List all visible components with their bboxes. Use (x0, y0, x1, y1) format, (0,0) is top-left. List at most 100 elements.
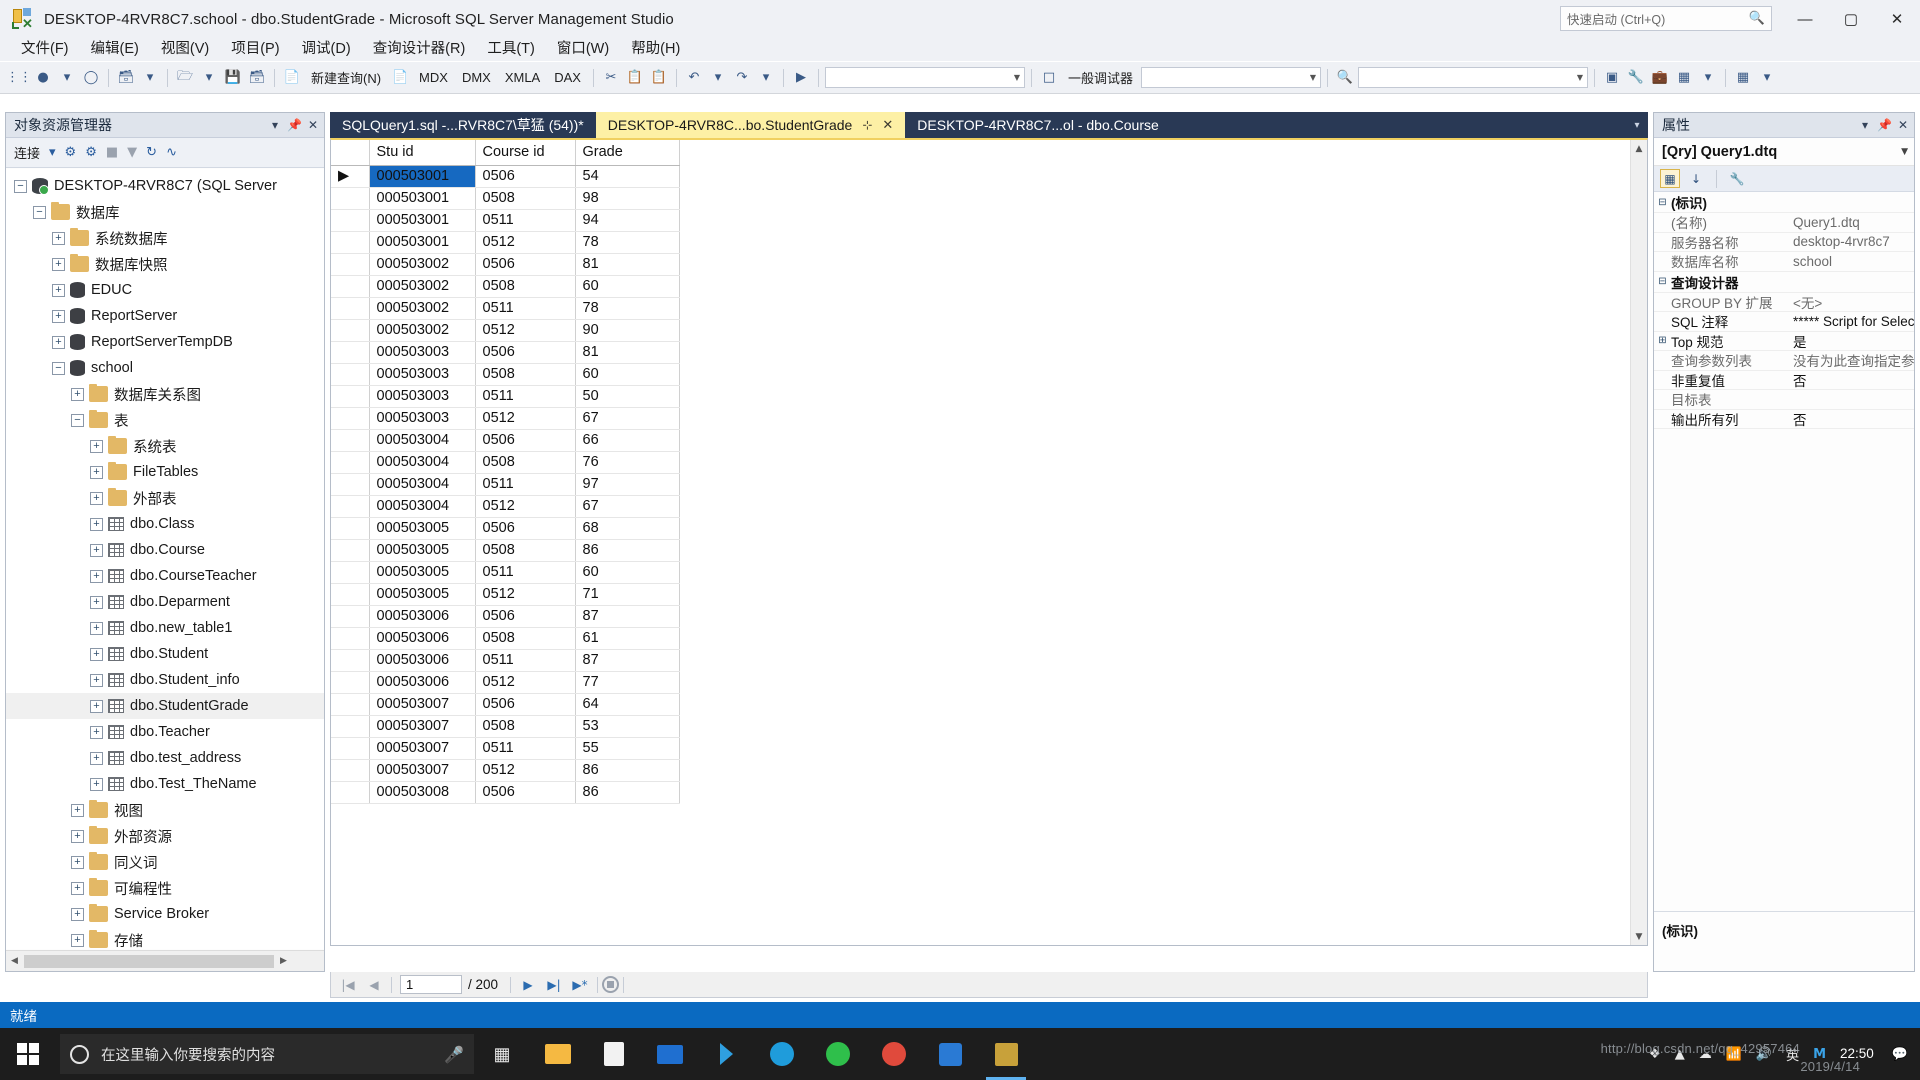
cell-course-id[interactable]: 0508 (475, 539, 576, 562)
table-row[interactable]: 000503006 0506 87 (331, 605, 680, 628)
property-row[interactable]: 非重复值 否 (1654, 371, 1914, 390)
tree-node--[interactable]: − 数据库 (6, 199, 324, 225)
task-view-icon[interactable]: ▦ (474, 1028, 530, 1080)
cell-grade[interactable]: 90 (575, 319, 680, 342)
filter-icon[interactable]: ▼ (127, 145, 137, 160)
row-selector-cell[interactable] (331, 737, 370, 760)
tree-node--[interactable]: + 系统数据库 (6, 225, 324, 251)
cell-grade[interactable]: 86 (575, 759, 680, 782)
expand-icon[interactable]: + (71, 855, 84, 869)
tree-node-dbo-deparment[interactable]: + dbo.Deparment (6, 589, 324, 615)
property-row[interactable]: (名称) Query1.dtq (1654, 213, 1914, 233)
cell-stu-id[interactable]: 000503002 (369, 275, 476, 298)
menu-query-designer[interactable]: 查询设计器(R) (362, 34, 477, 61)
tree-node-dbo-test-thename[interactable]: + dbo.Test_TheName (6, 771, 324, 797)
table-row[interactable]: ▶ 000503001 0506 54 (331, 165, 680, 188)
cell-grade[interactable]: 98 (575, 187, 680, 210)
cell-stu-id[interactable]: 000503004 (369, 473, 476, 496)
cell-grade[interactable]: 60 (575, 363, 680, 386)
cell-course-id[interactable]: 0508 (475, 715, 576, 738)
redo-icon[interactable]: ↷ (731, 67, 753, 89)
row-selector-cell[interactable] (331, 759, 370, 782)
tree-node--[interactable]: + 存储 (6, 927, 324, 949)
overflow-icon[interactable]: ▾ (1756, 67, 1778, 89)
cell-stu-id[interactable]: 000503005 (369, 539, 476, 562)
cell-grade[interactable]: 94 (575, 209, 680, 232)
expand-icon[interactable]: + (90, 491, 103, 505)
paste-icon[interactable]: 📋 (648, 67, 670, 89)
cell-grade[interactable]: 60 (575, 275, 680, 298)
document-tab-2[interactable]: DESKTOP-4RVR8C7...ol - dbo.Course (905, 112, 1171, 138)
tree-node-dbo-class[interactable]: + dbo.Class (6, 511, 324, 537)
table-row[interactable]: 000503003 0511 50 (331, 385, 680, 408)
expand-icon[interactable]: + (90, 777, 103, 791)
cell-stu-id[interactable]: 000503002 (369, 253, 476, 276)
refresh-icon[interactable]: ↻ (146, 145, 157, 160)
new-row-button[interactable]: ▶* (567, 974, 593, 996)
database-combo[interactable]: ▼ (824, 67, 1025, 88)
tree-node--[interactable]: + 外部资源 (6, 823, 324, 849)
tree-node-service-broker[interactable]: + Service Broker (6, 901, 324, 927)
table-row[interactable]: 000503001 0512 78 (331, 231, 680, 254)
tree-node-dbo-test-address[interactable]: + dbo.test_address (6, 745, 324, 771)
chevron-down-icon[interactable]: ▾ (268, 118, 282, 132)
cell-grade[interactable]: 53 (575, 715, 680, 738)
table-row[interactable]: 000503001 0508 98 (331, 187, 680, 210)
cell-stu-id[interactable]: 000503007 (369, 737, 476, 760)
dax-button[interactable]: DAX (548, 70, 587, 85)
menu-file[interactable]: 文件(F) (10, 34, 80, 61)
object-explorer-hscrollbar[interactable]: ◀ ▶ (6, 950, 324, 971)
cell-stu-id[interactable]: 000503005 (369, 517, 476, 540)
chrome-icon[interactable] (866, 1028, 922, 1080)
tree-node--[interactable]: + 外部表 (6, 485, 324, 511)
tabstrip-overflow-icon[interactable]: ▾ (1626, 112, 1648, 138)
tree-node-filetables[interactable]: + FileTables (6, 459, 324, 485)
row-selector-cell[interactable]: ▶ (331, 165, 370, 188)
debugger-icon[interactable]: □ (1038, 67, 1060, 89)
document-tab-0[interactable]: SQLQuery1.sql -...RVR8C7\草猛 (54))* (330, 112, 596, 138)
property-value[interactable]: school (1793, 254, 1914, 269)
cell-stu-id[interactable]: 000503006 (369, 649, 476, 672)
expand-icon[interactable]: + (52, 283, 65, 297)
property-value[interactable]: ***** Script for Select (1793, 314, 1914, 329)
toolbox-icon[interactable]: 💼 (1649, 67, 1671, 89)
find-combo[interactable]: ▼ (1357, 67, 1588, 88)
tree-node-desktop-4rvr8c7-sql-server[interactable]: − DESKTOP-4RVR8C7 (SQL Server (6, 173, 324, 199)
property-value[interactable]: <无> (1793, 292, 1914, 312)
table-row[interactable]: 000503005 0512 71 (331, 583, 680, 606)
cell-course-id[interactable]: 0506 (475, 253, 576, 276)
cell-course-id[interactable]: 0512 (475, 495, 576, 518)
cell-grade[interactable]: 86 (575, 781, 680, 804)
cell-stu-id[interactable]: 000503001 (369, 165, 476, 188)
pin-icon[interactable]: 📌 (287, 118, 302, 132)
cell-course-id[interactable]: 0511 (475, 385, 576, 408)
menu-tools[interactable]: 工具(T) (476, 34, 546, 61)
close-icon[interactable]: ✕ (1896, 118, 1910, 132)
expand-icon[interactable]: + (90, 439, 103, 453)
cell-course-id[interactable]: 0508 (475, 627, 576, 650)
table-row[interactable]: 000503004 0506 66 (331, 429, 680, 452)
caret-icon-4[interactable]: ▾ (1697, 67, 1719, 89)
cell-course-id[interactable]: 0511 (475, 561, 576, 584)
wrench-icon[interactable]: 🔧 (1625, 67, 1647, 89)
grid-icon[interactable]: ▦ (1732, 67, 1754, 89)
cell-course-id[interactable]: 0506 (475, 165, 576, 188)
property-row[interactable]: ⊞ Top 规范 是 (1654, 332, 1914, 351)
row-selector-cell[interactable] (331, 693, 370, 716)
tree-node--[interactable]: + 视图 (6, 797, 324, 823)
tree-node-dbo-student[interactable]: + dbo.Student (6, 641, 324, 667)
column-header-rowselector[interactable] (331, 140, 370, 166)
scroll-left-icon[interactable]: ◀ (6, 956, 23, 966)
grid-vscrollbar[interactable]: ▲ ▼ (1630, 140, 1647, 945)
cell-course-id[interactable]: 0511 (475, 473, 576, 496)
expand-icon[interactable]: ⊞ (1654, 335, 1671, 346)
stop-execution-icon[interactable] (602, 976, 620, 993)
hscroll-thumb[interactable] (24, 954, 274, 968)
menu-window[interactable]: 窗口(W) (546, 34, 620, 61)
new-project-icon[interactable]: 🗃 (115, 67, 137, 89)
connect-button[interactable]: 连接 (14, 143, 40, 162)
execute-icon[interactable]: ▶ (790, 67, 812, 89)
cell-course-id[interactable]: 0512 (475, 407, 576, 430)
row-selector-cell[interactable] (331, 363, 370, 386)
cell-stu-id[interactable]: 000503003 (369, 385, 476, 408)
